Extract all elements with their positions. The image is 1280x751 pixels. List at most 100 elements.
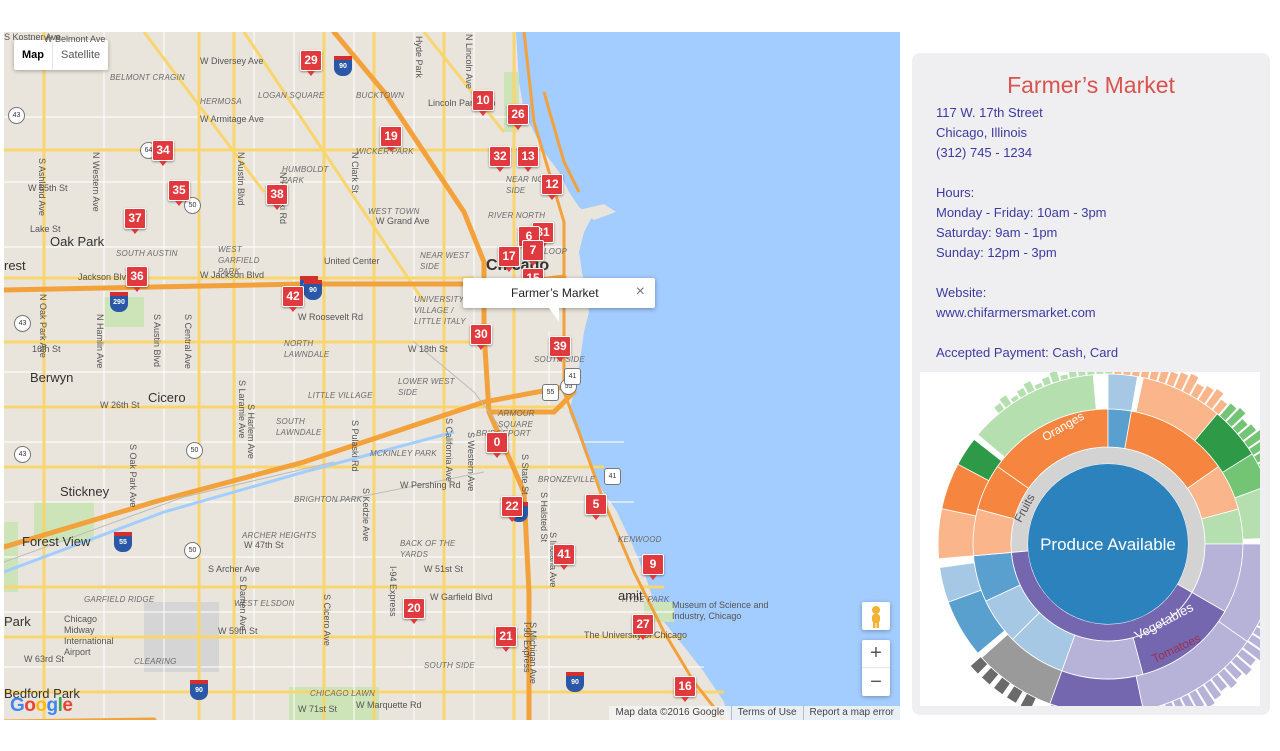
place-label: CHICAGO LAWN [310, 689, 375, 698]
state-route-shield-icon: 50 [184, 542, 201, 559]
place-label: SOUTH LAWNDALE [276, 417, 322, 437]
phone-number: (312) 745 - 1234 [936, 145, 1033, 160]
market-marker-27[interactable]: 27 [632, 614, 654, 640]
zoom-in-button[interactable]: + [862, 640, 890, 668]
us-route-shield-icon: 41 [604, 468, 621, 485]
street-view-pegman-icon[interactable] [862, 602, 890, 630]
place-label: N Lincoln Ave [464, 34, 474, 89]
place-label: Berwyn [30, 370, 74, 385]
map-data-attribution: Map data ©2016 Google [615, 707, 725, 718]
place-label: S California Ave [444, 418, 454, 482]
sunburst-fringe-segment[interactable] [1067, 368, 1078, 379]
place-label: W Jackson Blvd [200, 270, 265, 280]
market-marker-20[interactable]: 20 [403, 598, 425, 624]
place-label: S Harlem Ave [246, 404, 256, 459]
place-label: NEAR WEST SIDE [420, 251, 470, 271]
market-marker-17[interactable]: 17 [498, 246, 520, 272]
place-label: S Ashland Ave [37, 158, 47, 216]
market-marker-7[interactable]: 7 [522, 240, 544, 266]
place-label: W 71st St [298, 704, 338, 714]
place-label: W 47th St [244, 540, 284, 550]
market-marker-9[interactable]: 9 [642, 554, 664, 580]
sunburst-fringe-segment[interactable] [1095, 365, 1105, 375]
website-link[interactable]: www.chifarmersmarket.com [936, 305, 1096, 320]
place-label: W 51st St [424, 564, 464, 574]
market-marker-5[interactable]: 5 [585, 494, 607, 520]
place-label: N Oak Park Ave [38, 294, 48, 358]
place-label: S Pulaski Rd [350, 420, 360, 472]
place-label: N Western Ave [91, 152, 101, 212]
sunburst-segment[interactable] [1061, 634, 1144, 680]
sunburst-svg[interactable]: Produce AvailableFruitsVegetablesOranges… [920, 355, 1280, 735]
hours-weekday: Monday - Friday: 10am - 3pm [936, 205, 1107, 220]
market-marker-41[interactable]: 41 [553, 544, 575, 570]
address-line-1: 117 W. 17th Street [936, 105, 1043, 120]
place-label: WICKER PARK [356, 147, 414, 156]
market-marker-35[interactable]: 35 [168, 180, 190, 206]
place-label: W 63rd St [24, 654, 65, 664]
market-marker-39[interactable]: 39 [549, 336, 571, 362]
place-label: Museum of Science and Industry, Chicago [672, 600, 769, 621]
place-label: W Armitage Ave [200, 114, 264, 124]
sunburst-segment[interactable] [1107, 373, 1138, 412]
sunburst-center-label: Produce Available [1040, 535, 1176, 554]
market-marker-34[interactable]: 34 [152, 140, 174, 166]
sunburst-fringe-segment[interactable] [1076, 364, 1087, 378]
info-window[interactable]: Farmer’s Market × [463, 278, 655, 322]
sunburst-fringe-segment[interactable] [1086, 369, 1096, 376]
market-marker-16[interactable]: 16 [674, 676, 696, 702]
market-marker-42[interactable]: 42 [282, 286, 304, 312]
zoom-out-button[interactable]: − [862, 668, 890, 696]
sunburst-fringe-segment[interactable] [1113, 359, 1124, 375]
place-label: Forest View [22, 534, 91, 549]
place-label: I-94 Express [388, 566, 398, 617]
market-marker-13[interactable]: 13 [517, 146, 539, 172]
place-label: W 65th St [28, 183, 68, 193]
sunburst-fringe-segment[interactable] [1104, 362, 1114, 375]
place-label: Hyde Park [414, 36, 424, 79]
market-marker-36[interactable]: 36 [126, 266, 148, 292]
google-logo[interactable]: Google [10, 695, 73, 717]
map-view[interactable]: Map Satellite W Belmont Ave W Diversey Av… [4, 32, 900, 720]
zoom-control[interactable]: + − [862, 640, 890, 696]
place-label: S Damen Ave [238, 576, 248, 631]
market-marker-26[interactable]: 26 [507, 104, 529, 130]
hours-saturday: Saturday: 9am - 1pm [936, 225, 1058, 240]
market-marker-22[interactable]: 22 [501, 496, 523, 522]
market-marker-32[interactable]: 32 [489, 146, 511, 172]
produce-sunburst-chart[interactable]: Produce Available Fruits Vegetables Oranges… [920, 355, 1280, 735]
market-marker-19[interactable]: 19 [380, 126, 402, 152]
place-label: Oak Park [50, 234, 105, 249]
market-marker-30[interactable]: 30 [470, 324, 492, 350]
sunburst-segment[interactable] [937, 508, 977, 560]
terms-of-use-link[interactable]: Terms of Use [730, 706, 803, 720]
market-marker-37[interactable]: 37 [124, 208, 146, 234]
place-label: MCKINLEY PARK [370, 449, 437, 458]
place-label: rest [4, 258, 26, 273]
market-marker-38[interactable]: 38 [266, 184, 288, 210]
place-label: BUCKTOWN [356, 91, 405, 100]
place-label: N Austin Blvd [236, 152, 246, 206]
market-marker-12[interactable]: 12 [541, 174, 563, 200]
place-label: Park [4, 614, 31, 629]
place-label: I-90 Express [522, 622, 532, 673]
hours-label: Hours: [936, 185, 975, 200]
place-label: LOGAN SQUARE [258, 91, 325, 100]
market-marker-0[interactable]: 0 [486, 432, 508, 458]
market-marker-10[interactable]: 10 [472, 90, 494, 116]
market-marker-21[interactable]: 21 [495, 626, 517, 652]
hours-sunday: Sunday: 12pm - 3pm [936, 245, 1057, 260]
place-label: S Oak Park Ave [128, 444, 138, 508]
state-route-shield-icon: 43 [8, 107, 25, 124]
us-route-shield-icon: 41 [564, 368, 581, 385]
report-map-error-link[interactable]: Report a map error [802, 706, 900, 720]
address-line-2: Chicago, Illinois [936, 125, 1028, 140]
sunburst-fringe-segment[interactable] [1122, 357, 1134, 376]
place-label: SOUTH AUSTIN [116, 249, 178, 258]
market-marker-29[interactable]: 29 [300, 50, 322, 76]
place-label: BACK OF THE YARDS [400, 539, 456, 559]
place-label: United Center [324, 256, 380, 266]
info-window-close-icon[interactable]: × [636, 283, 645, 301]
place-label: W Garfield Blvd [430, 592, 493, 602]
place-label: W Grand Ave [376, 216, 430, 226]
